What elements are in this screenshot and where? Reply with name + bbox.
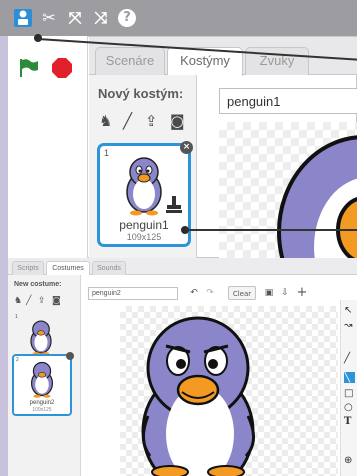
callout-line <box>185 229 357 231</box>
costume-number: 1 <box>15 314 18 320</box>
tab-sounds-lower[interactable]: Sounds <box>92 261 126 275</box>
shrink-arrows-icon[interactable]: ⤨ <box>92 9 110 27</box>
scissors-cut-icon[interactable]: ✂ <box>40 9 58 27</box>
upload-costume-icon[interactable]: ⇪ <box>145 112 158 130</box>
new-costume-label-lower: New costume: <box>14 281 62 288</box>
stop-sign-icon[interactable] <box>52 58 72 78</box>
tab-scripts[interactable]: Scenáre <box>95 47 165 75</box>
camera-icon[interactable]: ◙ <box>170 112 185 130</box>
stamp-icon <box>166 196 182 213</box>
line-tool-icon[interactable]: ╲ <box>344 372 355 383</box>
costume-card-selected[interactable]: 2 penguin2 109x125 <box>12 352 74 416</box>
costume-card-selected[interactable]: 1 × penguin1 109x125 <box>97 141 193 247</box>
ellipse-tool-icon[interactable]: ○ <box>344 402 353 413</box>
choose-costume-library-icon[interactable]: ♞ <box>14 296 22 306</box>
top-toolbar: ✂ ⤧ ⤨ ? <box>0 0 357 36</box>
clear-button[interactable]: Clear <box>228 286 256 300</box>
upload-costume-icon[interactable]: ⇪ <box>38 296 46 306</box>
grow-arrows-icon[interactable]: ⤧ <box>66 9 84 27</box>
costume-number: 1 <box>104 148 110 158</box>
choose-costume-library-icon[interactable]: ♞ <box>99 112 112 130</box>
lower-tab-bar: Scripts Costumes Sounds <box>8 258 357 275</box>
reshape-icon[interactable]: ↝ <box>344 320 352 331</box>
penguin-thumbnail <box>30 361 54 398</box>
paint-brush-icon[interactable]: ╱ <box>26 296 31 306</box>
rectangle-tool-icon[interactable]: □ <box>344 388 353 399</box>
import-icon[interactable]: ⇩ <box>278 286 292 300</box>
undo-icon[interactable]: ↶ <box>188 286 200 300</box>
costume-name: penguin2 <box>29 400 55 406</box>
paint-canvas-zoomed[interactable] <box>219 122 357 258</box>
penguin-thumbnail <box>126 157 162 216</box>
add-image-icon[interactable]: ▣ <box>262 286 276 300</box>
green-flag-icon[interactable] <box>18 58 40 78</box>
select-arrow-icon[interactable]: ↖ <box>344 305 352 316</box>
text-tool-icon[interactable]: T <box>344 416 351 427</box>
costume-number: 2 <box>16 357 19 363</box>
close-icon[interactable] <box>66 352 74 360</box>
paint-canvas[interactable] <box>120 306 338 476</box>
costume-size: 109x125 <box>32 407 52 413</box>
tab-costumes-lower[interactable]: Costumes <box>46 261 90 275</box>
tab-scripts-lower[interactable]: Scripts <box>12 261 44 275</box>
costume-name-field[interactable]: penguin2 <box>88 287 178 300</box>
redo-icon[interactable]: ↷ <box>204 286 216 300</box>
close-icon[interactable]: × <box>180 141 193 154</box>
set-center-icon[interactable]: + <box>296 286 308 300</box>
new-costume-label: Nový kostým: <box>98 86 184 101</box>
person-stamp-icon[interactable] <box>14 9 32 27</box>
pencil-icon[interactable]: ╱ <box>344 353 350 364</box>
costume-name: penguin1 <box>119 218 169 232</box>
costume-size: 109x125 <box>126 232 162 242</box>
clone-tool-icon[interactable]: ⊕ <box>344 455 352 466</box>
help-question-icon[interactable]: ? <box>118 9 136 27</box>
penguin-thumbnail <box>30 320 52 356</box>
paint-brush-icon[interactable]: ╱ <box>123 112 132 130</box>
costume-name-field[interactable]: penguin1 <box>219 88 357 114</box>
camera-icon[interactable]: ◙ <box>52 296 61 306</box>
